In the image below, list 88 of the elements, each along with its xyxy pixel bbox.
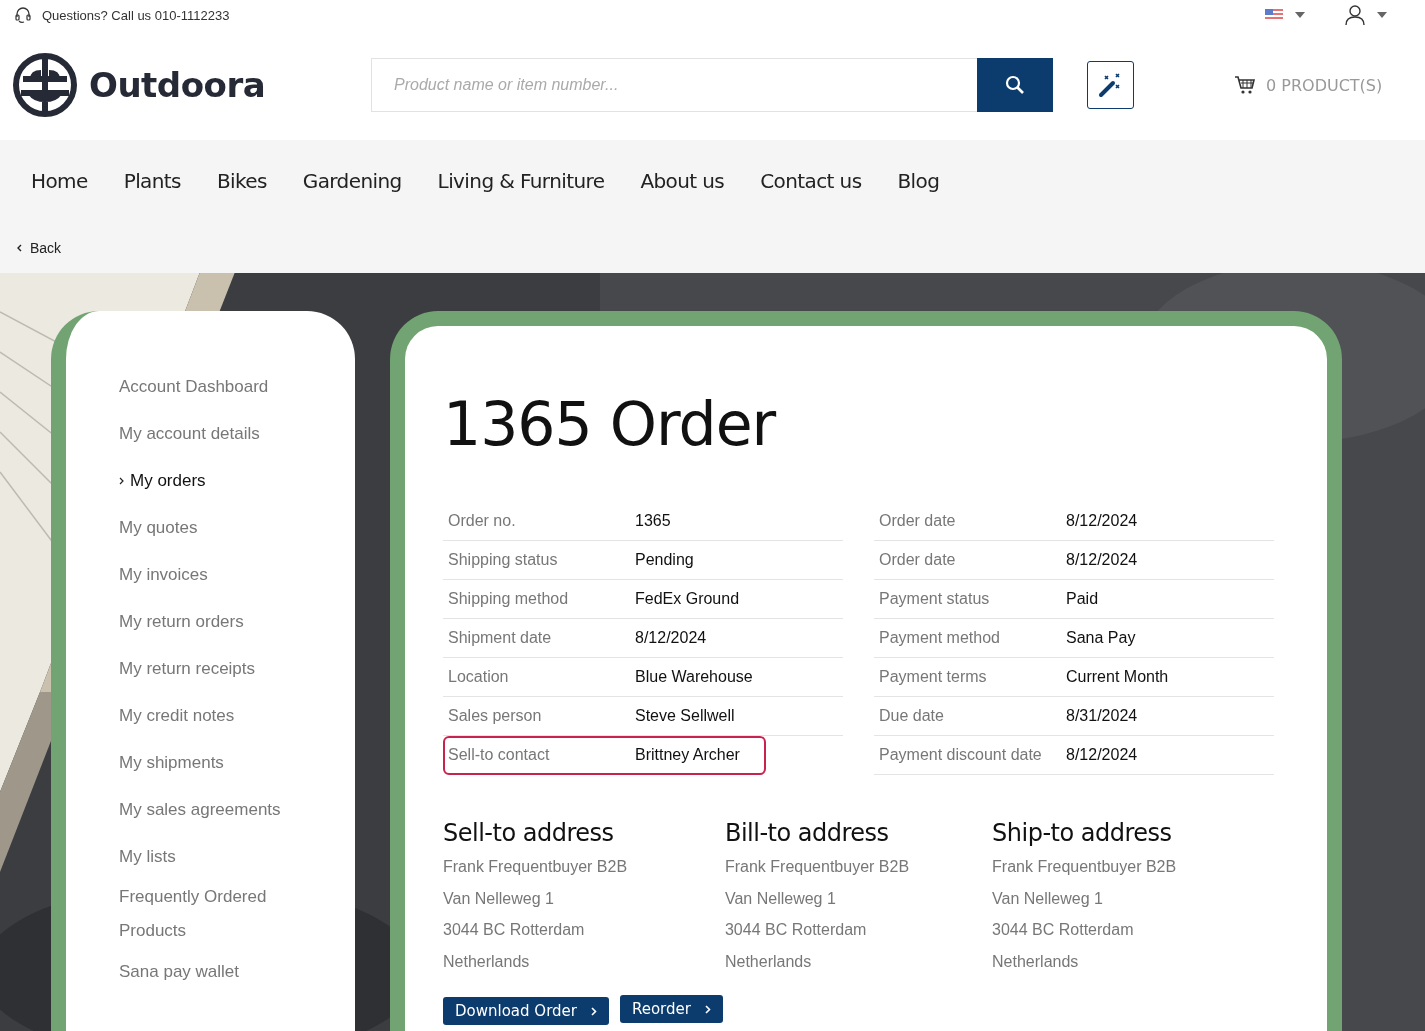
address-line: Van Nelleweg 1 bbox=[724, 888, 837, 909]
sidebar-item[interactable]: My credit notes bbox=[119, 692, 319, 739]
user-icon bbox=[1345, 4, 1365, 26]
field-label: Payment discount date bbox=[879, 746, 1043, 764]
chevron-right-icon bbox=[119, 476, 124, 485]
nav-link[interactable]: Plants bbox=[123, 169, 181, 193]
address-heading: Ship-to address bbox=[992, 819, 1173, 847]
logo-text: Outdoora bbox=[89, 65, 266, 105]
field-label: Location bbox=[448, 668, 510, 686]
sidebar-item[interactable]: My account details bbox=[119, 410, 319, 457]
field-value: Current Month bbox=[1066, 668, 1169, 686]
field-value: Sana Pay bbox=[1066, 629, 1136, 647]
field-label: Payment method bbox=[879, 629, 1001, 647]
address-heading: Sell-to address bbox=[443, 819, 615, 847]
chevron-right-icon bbox=[590, 1006, 597, 1016]
sidebar-item[interactable]: My quotes bbox=[119, 504, 319, 551]
field-value: Brittney Archer bbox=[635, 746, 740, 764]
caret-icon bbox=[1377, 12, 1387, 18]
tree-logo-icon bbox=[13, 53, 77, 117]
sidebar-item[interactable]: My invoices bbox=[119, 551, 319, 598]
language-selector[interactable] bbox=[1265, 9, 1305, 21]
field-value: 8/12/2024 bbox=[635, 629, 707, 647]
field-value: 8/12/2024 bbox=[1066, 512, 1138, 530]
account-menu[interactable] bbox=[1345, 4, 1387, 26]
field-value: Blue Warehouse bbox=[635, 668, 753, 686]
nav-link[interactable]: Gardening bbox=[302, 169, 402, 193]
search-field[interactable]: Product name or item number... bbox=[371, 58, 977, 112]
field-label: Order date bbox=[879, 512, 957, 530]
nav-link[interactable]: Home bbox=[31, 169, 88, 193]
sidebar-item[interactable]: My lists bbox=[119, 833, 319, 880]
sidebar-item[interactable]: Account Dashboard bbox=[119, 363, 319, 410]
field-label: Shipping status bbox=[448, 551, 559, 569]
action-button[interactable]: Download Order bbox=[443, 997, 609, 1025]
nav-link[interactable]: Contact us bbox=[760, 169, 862, 193]
caret-icon bbox=[1295, 12, 1305, 18]
field-label: Order no. bbox=[448, 512, 517, 530]
action-button[interactable]: Reorder bbox=[619, 995, 723, 1023]
search-button[interactable] bbox=[977, 58, 1053, 112]
address-line: Frank Frequentbuyer B2B bbox=[992, 857, 1178, 877]
address-line: Van Nelleweg 1 bbox=[992, 888, 1104, 909]
sidebar-item[interactable]: My return receipts bbox=[119, 645, 319, 692]
sidebar-item[interactable]: My return orders bbox=[119, 598, 319, 645]
address-heading: Bill-to address bbox=[724, 819, 890, 847]
address-line: 3044 BC Rotterdam bbox=[443, 920, 586, 940]
field-value: 1365 bbox=[635, 512, 671, 530]
field-label: Shipment date bbox=[448, 629, 553, 647]
nav-link[interactable]: Living & Furniture bbox=[437, 169, 605, 193]
field-value: Steve Sellwell bbox=[635, 707, 735, 725]
sidebar-item[interactable]: My orders bbox=[119, 457, 319, 504]
sidebar-item[interactable]: Frequently Ordered Products bbox=[119, 880, 319, 948]
address-line: Netherlands bbox=[992, 951, 1080, 972]
contact-text: Questions? Call us 010-1112233 bbox=[42, 7, 230, 23]
address-line: Frank Frequentbuyer B2B bbox=[724, 857, 911, 877]
sidebar-item[interactable]: Sana pay wallet bbox=[119, 948, 319, 995]
chevron-right-icon bbox=[704, 1004, 711, 1014]
sidebar-item[interactable]: My sales agreements bbox=[119, 786, 319, 833]
headset-icon bbox=[14, 6, 32, 24]
back-link[interactable]: Back bbox=[16, 240, 62, 256]
search-icon bbox=[1005, 75, 1025, 95]
field-value: Pending bbox=[635, 551, 694, 569]
field-value: 8/31/2024 bbox=[1066, 707, 1138, 725]
cart-button[interactable]: 0 PRODUCT(S) bbox=[1234, 75, 1383, 95]
field-label: Sales person bbox=[448, 707, 543, 725]
address-line: Netherlands bbox=[724, 951, 813, 972]
chevron-left-icon bbox=[16, 244, 22, 252]
nav-link[interactable]: Bikes bbox=[216, 169, 267, 193]
field-value: 8/12/2024 bbox=[1066, 746, 1138, 764]
address-line: 3044 BC Rotterdam bbox=[724, 920, 868, 940]
field-label: Payment terms bbox=[879, 668, 988, 686]
cart-icon bbox=[1234, 75, 1256, 95]
page-title: 1365 Order bbox=[443, 388, 778, 461]
address-line: Netherlands bbox=[443, 951, 531, 972]
field-label: Payment status bbox=[879, 590, 991, 608]
address-line: Frank Frequentbuyer B2B bbox=[443, 857, 629, 877]
field-label: Order date bbox=[879, 551, 957, 569]
quick-order-button[interactable] bbox=[1087, 61, 1134, 109]
nav-link[interactable]: Blog bbox=[897, 169, 940, 193]
flag-icon bbox=[1265, 9, 1283, 21]
address-line: 3044 BC Rotterdam bbox=[992, 920, 1135, 940]
address-line: Van Nelleweg 1 bbox=[443, 888, 555, 909]
field-value: FedEx Ground bbox=[635, 590, 740, 608]
field-label: Due date bbox=[879, 707, 945, 725]
field-value: Paid bbox=[1066, 590, 1099, 608]
field-label: Sell-to contact bbox=[448, 746, 551, 764]
field-value: 8/12/2024 bbox=[1066, 551, 1138, 569]
sidebar-item[interactable]: My shipments bbox=[119, 739, 319, 786]
nav-link[interactable]: About us bbox=[640, 169, 725, 193]
field-label: Shipping method bbox=[448, 590, 570, 608]
